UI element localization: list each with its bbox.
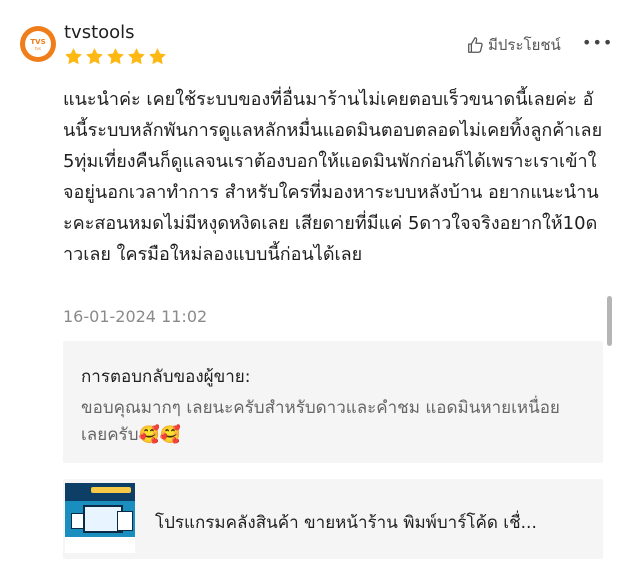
helpful-label: มีประโยชน์ — [488, 36, 561, 54]
seller-reply: การตอบกลับของผู้ขาย: ขอบคุณมากๆ เลยนะครั… — [63, 341, 603, 463]
helpful-button[interactable]: มีประโยชน์ — [466, 33, 561, 57]
star-icon — [86, 48, 103, 65]
more-options-button[interactable]: ••• — [582, 33, 613, 52]
rating-stars — [64, 47, 167, 66]
review-text: แนะนำค่ะ เคยใช้ระบบของที่อื่นมาร้านไม่เค… — [63, 89, 603, 265]
avatar-logo-text: TVS — [30, 37, 46, 46]
avatar[interactable]: TVS tvs — [20, 26, 56, 62]
star-icon — [65, 48, 82, 65]
smiling-hearts-emoji: 🥰🥰 — [138, 425, 181, 445]
scrollbar-thumb[interactable] — [607, 296, 612, 346]
product-card[interactable]: โปรแกรมคลังสินค้า ขายหน้าร้าน พิมพ์บาร์โ… — [63, 479, 603, 559]
avatar-logo-subtext: tvs — [34, 45, 42, 51]
tvs-logo-icon: TVS tvs — [25, 31, 51, 57]
seller-reply-body: ขอบคุณมากๆ เลยนะครับสำหรับดาวและคำชม แอด… — [81, 395, 581, 449]
reviewer-name[interactable]: tvstools — [64, 22, 135, 43]
review-date: 16-01-2024 11:02 — [63, 307, 208, 326]
star-icon — [128, 48, 145, 65]
product-name[interactable]: โปรแกรมคลังสินค้า ขายหน้าร้าน พิมพ์บาร์โ… — [155, 509, 537, 536]
product-thumbnail[interactable] — [65, 483, 135, 553]
thumbs-up-icon — [468, 37, 483, 53]
star-icon — [107, 48, 124, 65]
star-icon — [149, 48, 166, 65]
seller-reply-title: การตอบกลับของผู้ขาย: — [81, 367, 251, 387]
